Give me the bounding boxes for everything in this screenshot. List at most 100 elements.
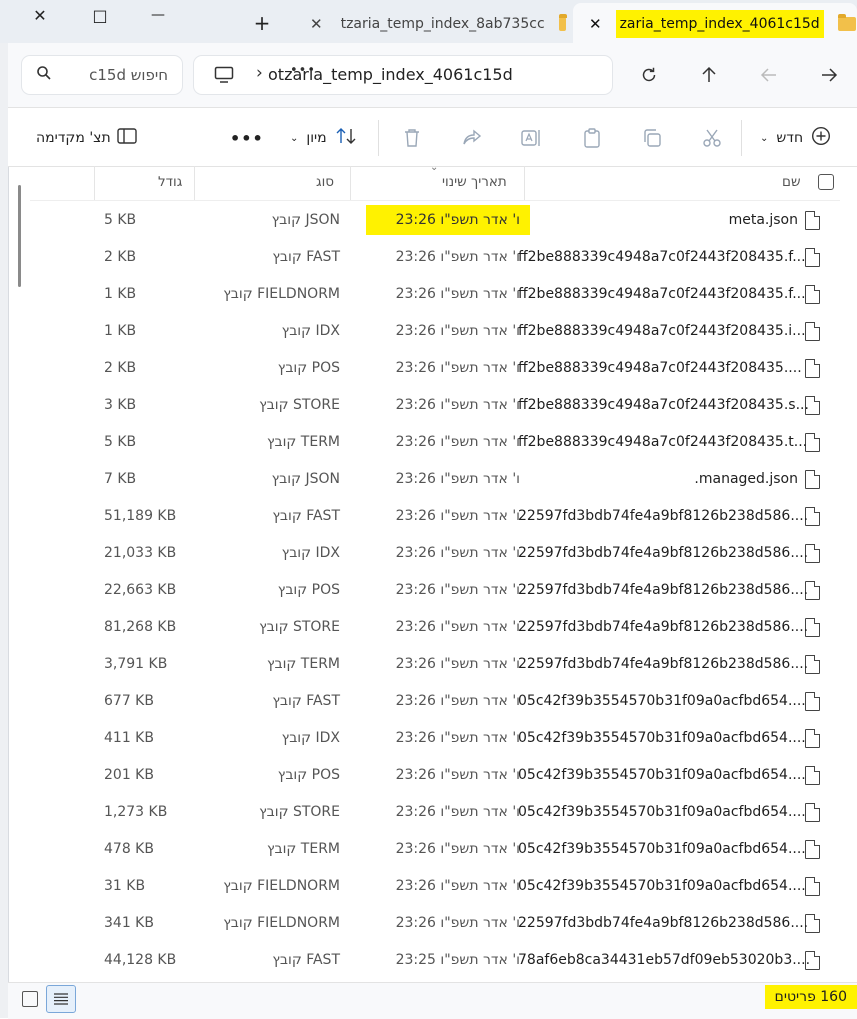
file-name: 05c42f39b3554570b31f09a0acfbd654.... bbox=[518, 878, 806, 894]
tab-bar: ✕ □ — + ✕ tzaria_temp_index_8ab735cc ✕ z… bbox=[0, 0, 857, 45]
preview-pane-button[interactable]: תצ' מקדימה bbox=[36, 124, 137, 152]
column-header-name[interactable]: שם bbox=[782, 174, 801, 190]
toolbar-divider bbox=[741, 120, 742, 156]
file-row[interactable]: 22597fd3bdb74fe4a9bf8126b238d586.... ו' א… bbox=[30, 905, 840, 942]
column-header-type[interactable]: סוג bbox=[316, 174, 334, 190]
file-date: ו' אדר תשפ"ו 23:25 bbox=[395, 952, 520, 968]
rename-icon[interactable] bbox=[520, 126, 544, 150]
file-row[interactable]: 22597fd3bdb74fe4a9bf8126b238d586.... ו' א… bbox=[30, 498, 840, 535]
file-icon bbox=[805, 877, 820, 896]
file-row[interactable]: ff2be888339c4948a7c0f2443f208435.... ו' א… bbox=[30, 350, 840, 387]
file-type: קובץ JSON bbox=[271, 212, 340, 228]
file-date: ו' אדר תשפ"ו 23:26 bbox=[395, 286, 520, 302]
file-type: קובץ FIELDNORM bbox=[223, 878, 340, 894]
file-row[interactable]: ff2be888339c4948a7c0f2443f208435.f... ו' … bbox=[30, 239, 840, 276]
column-separator[interactable] bbox=[524, 166, 525, 200]
file-row[interactable]: ff2be888339c4948a7c0f2443f208435.f... ו' … bbox=[30, 276, 840, 313]
up-button[interactable] bbox=[694, 60, 724, 90]
file-row[interactable]: 05c42f39b3554570b31f09a0acfbd654.... ו' א… bbox=[30, 868, 840, 905]
file-name: 22597fd3bdb74fe4a9bf8126b238d586.... bbox=[518, 619, 809, 635]
cut-icon[interactable] bbox=[700, 126, 724, 150]
file-size: 31 KB bbox=[104, 878, 146, 894]
file-row[interactable]: 22597fd3bdb74fe4a9bf8126b238d586.... ו' א… bbox=[30, 609, 840, 646]
file-icon bbox=[805, 211, 820, 230]
column-separator[interactable] bbox=[350, 166, 351, 200]
file-name: 05c42f39b3554570b31f09a0acfbd654.... bbox=[518, 730, 806, 746]
column-header-date[interactable]: תאריך שינוי bbox=[442, 174, 507, 190]
new-button[interactable]: ⌄ חדש bbox=[760, 124, 831, 152]
select-all-checkbox[interactable] bbox=[818, 174, 834, 190]
file-icon bbox=[805, 840, 820, 859]
file-row[interactable]: 78af6eb8ca34431eb57df09eb53020b3.... ו' א… bbox=[30, 942, 840, 979]
device-icon[interactable] bbox=[214, 66, 234, 88]
file-type: קובץ FIELDNORM bbox=[223, 915, 340, 931]
file-size: 478 KB bbox=[104, 841, 154, 857]
file-date: ו' אדר תשפ"ו 23:26 bbox=[395, 434, 520, 450]
window-left-edge bbox=[0, 43, 9, 1018]
breadcrumb-chevron-icon[interactable]: › bbox=[256, 63, 263, 83]
file-type: קובץ TERM bbox=[266, 841, 340, 857]
file-row[interactable]: 22597fd3bdb74fe4a9bf8126b238d586.... ו' א… bbox=[30, 535, 840, 572]
forward-button[interactable] bbox=[754, 60, 784, 90]
file-icon bbox=[805, 322, 820, 341]
file-type: קובץ IDX bbox=[281, 730, 340, 746]
back-button[interactable] bbox=[814, 60, 844, 90]
address-bar[interactable]: › ••• otzaria_temp_index_4061c15d bbox=[194, 56, 612, 94]
file-row[interactable]: 05c42f39b3554570b31f09a0acfbd654.... ו' א… bbox=[30, 757, 840, 794]
tab-close-icon[interactable]: ✕ bbox=[589, 15, 602, 33]
file-row[interactable]: ff2be888339c4948a7c0f2443f208435.s... ו' … bbox=[30, 387, 840, 424]
address-row: חיפוש c15d › ••• otzaria_temp_index_4061… bbox=[8, 43, 857, 107]
file-name: ff2be888339c4948a7c0f2443f208435.i... bbox=[518, 323, 806, 339]
search-box[interactable]: חיפוש c15d bbox=[22, 56, 182, 94]
file-type: קובץ IDX bbox=[281, 323, 340, 339]
file-row[interactable]: 05c42f39b3554570b31f09a0acfbd654.... ו' א… bbox=[30, 720, 840, 757]
details-view-icon bbox=[54, 993, 68, 1005]
refresh-button[interactable] bbox=[634, 60, 664, 90]
file-row[interactable]: 05c42f39b3554570b31f09a0acfbd654.... ו' א… bbox=[30, 831, 840, 868]
more-options-button[interactable]: ••• bbox=[230, 124, 264, 152]
file-type: קובץ STORE bbox=[259, 619, 340, 635]
preview-pane-icon bbox=[116, 128, 137, 148]
file-row[interactable]: 22597fd3bdb74fe4a9bf8126b238d586.... ו' א… bbox=[30, 572, 840, 609]
file-date: ו' אדר תשפ"ו 23:26 bbox=[395, 471, 520, 487]
sort-button[interactable]: ⌄ מיון bbox=[290, 124, 357, 152]
minimize-window-button[interactable]: — bbox=[144, 4, 172, 26]
maximize-window-button[interactable]: □ bbox=[86, 4, 114, 26]
file-size: 2 KB bbox=[104, 249, 137, 265]
file-name: 22597fd3bdb74fe4a9bf8126b238d586.... bbox=[518, 656, 809, 672]
scrollbar-thumb[interactable] bbox=[18, 185, 21, 287]
paste-icon[interactable] bbox=[580, 126, 604, 150]
tab-inactive[interactable]: ✕ tzaria_temp_index_8ab735cc bbox=[296, 3, 568, 45]
file-row[interactable]: meta.json ו' אדר תשפ"ו 23:26 קובץ JSON 5 KB bbox=[30, 202, 840, 239]
delete-icon[interactable] bbox=[400, 126, 424, 150]
column-header-size[interactable]: גודל bbox=[158, 174, 182, 190]
search-input[interactable]: חיפוש c15d bbox=[89, 66, 168, 84]
file-row[interactable]: 22597fd3bdb74fe4a9bf8126b238d586.... ו' א… bbox=[30, 646, 840, 683]
file-row[interactable]: 05c42f39b3554570b31f09a0acfbd654.... ו' א… bbox=[30, 794, 840, 831]
column-separator[interactable] bbox=[94, 166, 95, 200]
tiles-view-icon[interactable] bbox=[22, 991, 38, 1007]
breadcrumb-path[interactable]: otzaria_temp_index_4061c15d bbox=[268, 65, 513, 84]
file-row[interactable]: 05c42f39b3554570b31f09a0acfbd654.... ו' א… bbox=[30, 683, 840, 720]
file-type: קובץ TERM bbox=[266, 656, 340, 672]
tab-active[interactable]: ✕ zaria_temp_index_4061c15d bbox=[573, 3, 857, 45]
file-name: 22597fd3bdb74fe4a9bf8126b238d586.... bbox=[518, 508, 809, 524]
close-window-button[interactable]: ✕ bbox=[26, 4, 54, 26]
file-type: קובץ FIELDNORM bbox=[223, 286, 340, 302]
tab-close-icon[interactable]: ✕ bbox=[310, 15, 323, 33]
file-row[interactable]: ff2be888339c4948a7c0f2443f208435.i... ו' … bbox=[30, 313, 840, 350]
file-size: 3,791 KB bbox=[104, 656, 168, 672]
file-date: ו' אדר תשפ"ו 23:26 bbox=[395, 508, 520, 524]
file-row[interactable]: ff2be888339c4948a7c0f2443f208435.t... ו' … bbox=[30, 424, 840, 461]
file-size: 51,189 KB bbox=[104, 508, 177, 524]
file-row[interactable]: .managed.json ו' אדר תשפ"ו 23:26 קובץ JSON… bbox=[30, 461, 840, 498]
share-icon[interactable] bbox=[460, 126, 484, 150]
file-icon bbox=[805, 692, 820, 711]
file-size: 341 KB bbox=[104, 915, 154, 931]
column-separator[interactable] bbox=[194, 166, 195, 200]
copy-icon[interactable] bbox=[640, 126, 664, 150]
details-view-button[interactable] bbox=[46, 985, 76, 1013]
status-bar: 160 פריטים bbox=[8, 982, 857, 1019]
file-type: קובץ TERM bbox=[266, 434, 340, 450]
new-tab-button[interactable]: + bbox=[248, 11, 276, 35]
